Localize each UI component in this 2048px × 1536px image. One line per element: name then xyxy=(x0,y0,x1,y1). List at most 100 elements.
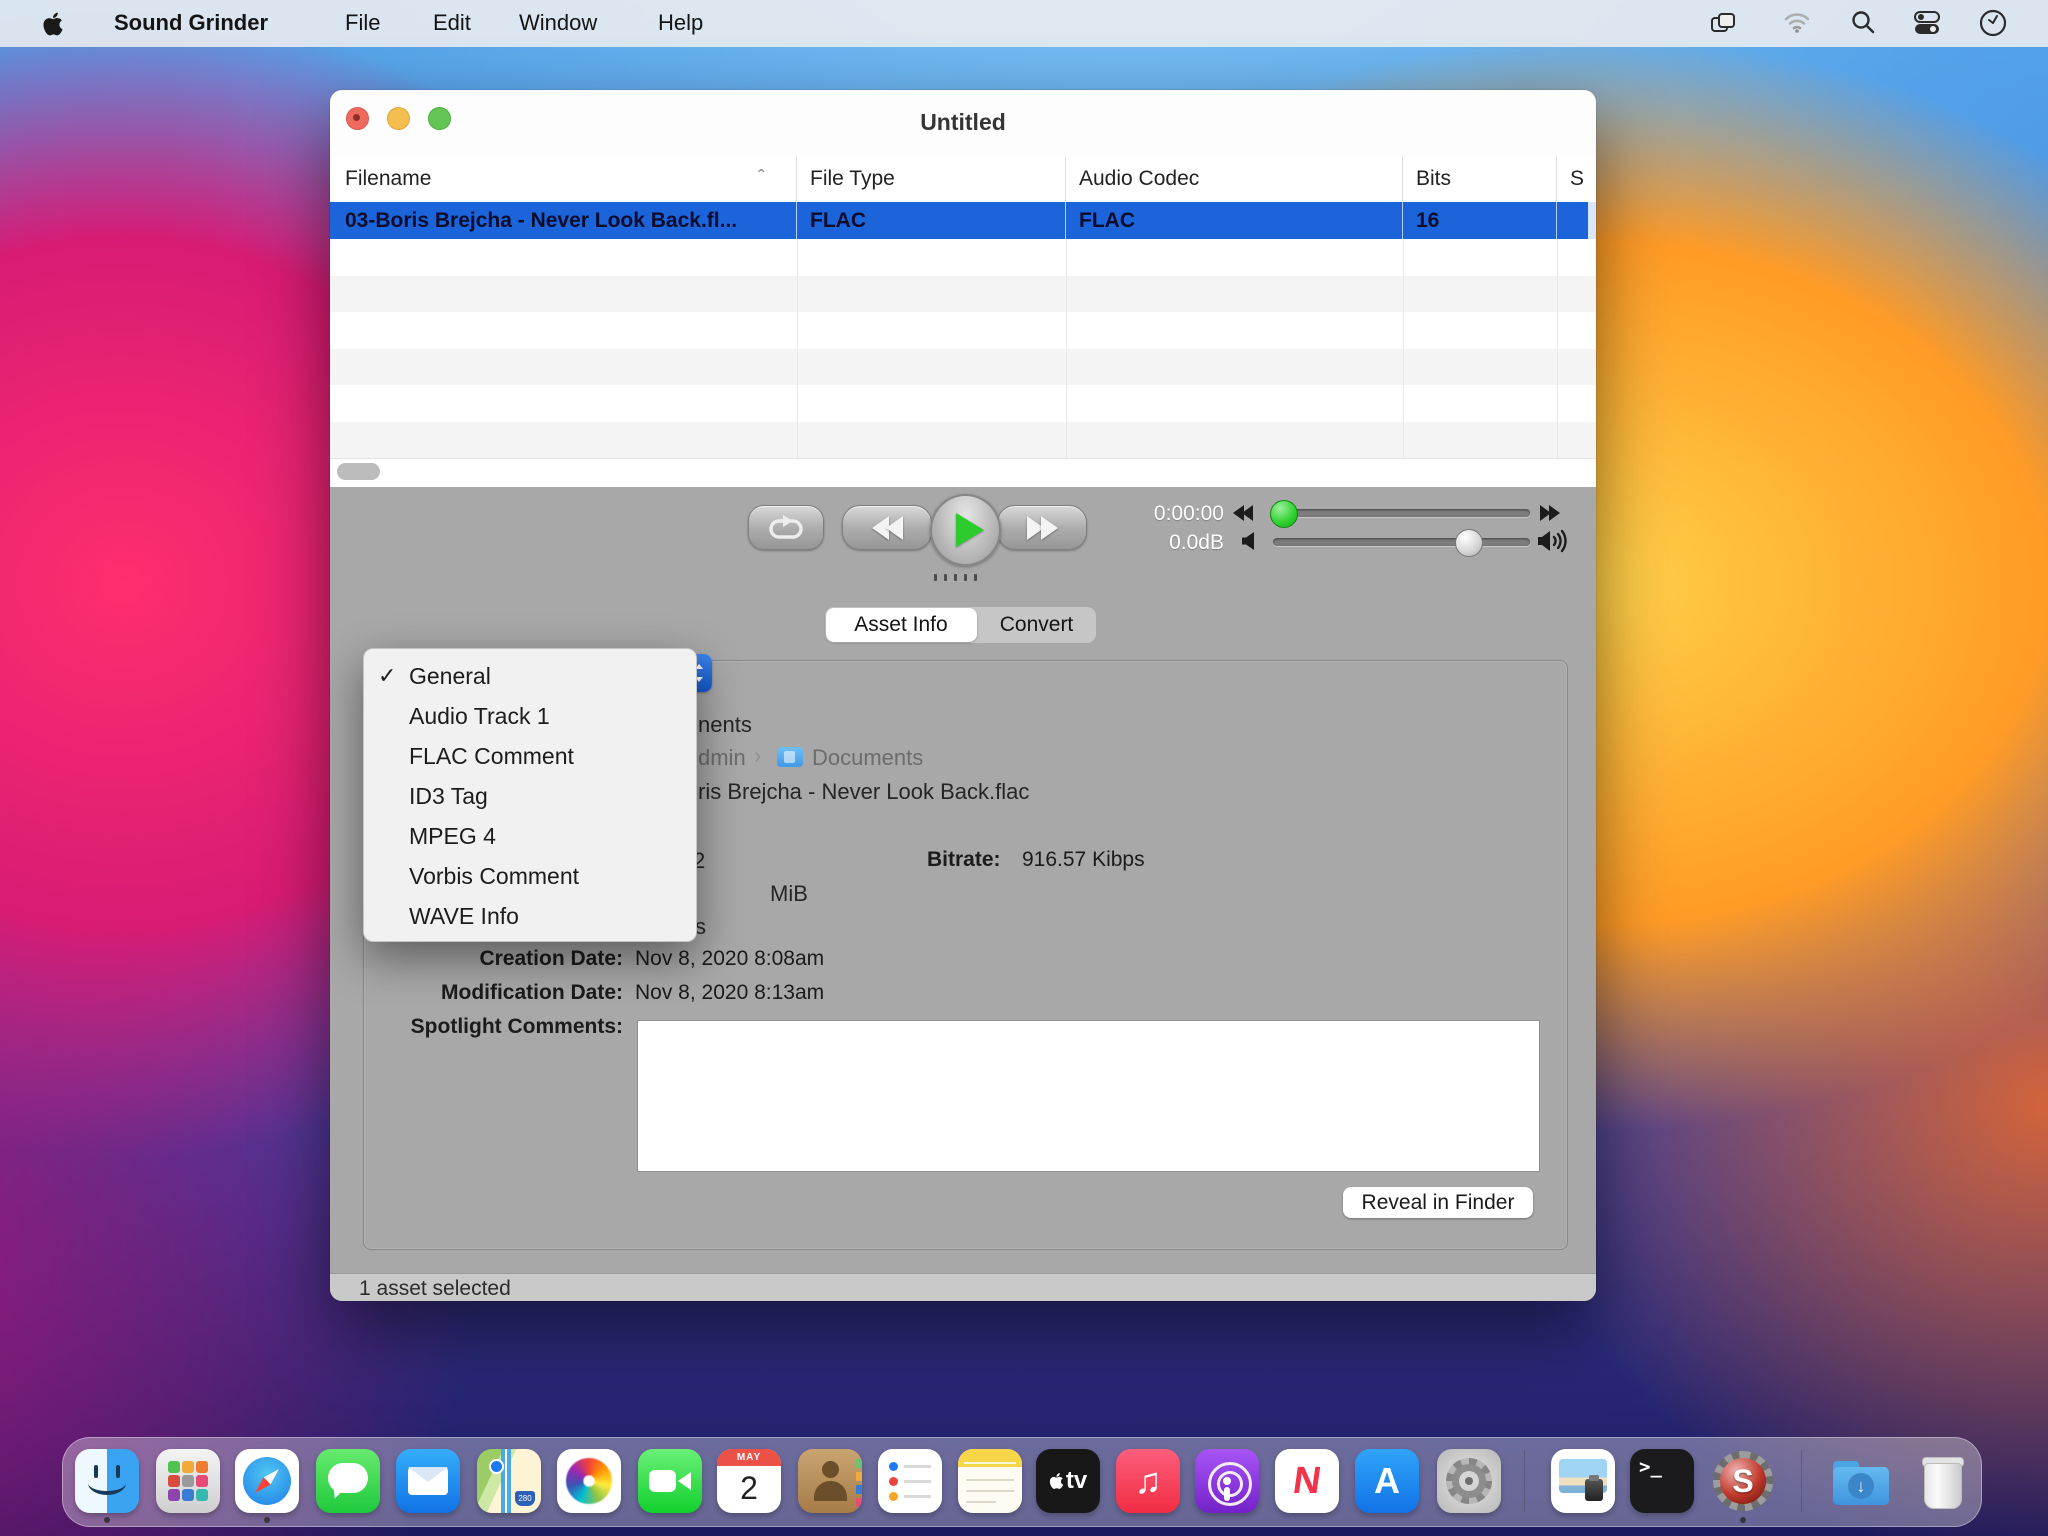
play-icon xyxy=(956,513,984,547)
menu-item-flac-comment[interactable]: FLAC Comment xyxy=(364,736,696,776)
dock-messages-icon[interactable] xyxy=(316,1449,380,1513)
column-header-filename[interactable]: Filename xyxy=(330,157,797,202)
time-slider-track[interactable] xyxy=(1273,509,1530,517)
dock-photos-icon[interactable] xyxy=(557,1449,621,1513)
dock-safari-icon[interactable] xyxy=(235,1449,299,1513)
sound-grinder-window: Untitled Filename File Type Audio Codec … xyxy=(330,90,1596,1301)
volume-max-icon[interactable] xyxy=(1536,528,1572,559)
spotlight-comments-label: Spotlight Comments: xyxy=(370,1015,623,1039)
column-header-audio-codec[interactable]: Audio Codec xyxy=(1066,157,1403,202)
spotlight-comments-input[interactable] xyxy=(637,1020,1540,1172)
table-row[interactable] xyxy=(330,422,1596,458)
horizontal-scrollbar-thumb[interactable] xyxy=(337,463,380,480)
loop-icon xyxy=(766,514,806,542)
menu-help[interactable]: Help xyxy=(658,10,703,36)
sort-ascending-icon[interactable]: ˆ xyxy=(758,167,765,190)
cell-file-type: FLAC xyxy=(797,202,1066,239)
table-header: Filename File Type Audio Codec Bits S xyxy=(330,157,1596,203)
dock-system-preferences-icon[interactable] xyxy=(1437,1449,1501,1513)
cell-filename: 03-Boris Brejcha - Never Look Back.fl... xyxy=(330,202,797,239)
reveal-in-finder-button[interactable]: Reveal in Finder xyxy=(1343,1187,1533,1218)
cell-partial xyxy=(1557,202,1588,239)
time-slider-thumb[interactable] xyxy=(1270,500,1298,528)
menu-item-vorbis-comment[interactable]: Vorbis Comment xyxy=(364,856,696,896)
tab-convert[interactable]: Convert xyxy=(977,607,1096,643)
dock-finder-icon[interactable] xyxy=(75,1449,139,1513)
running-indicator xyxy=(264,1517,270,1523)
title-bar[interactable]: Untitled xyxy=(330,90,1596,158)
cell-bits: 16 xyxy=(1403,202,1557,239)
menu-item-general[interactable]: ✓ General xyxy=(364,656,696,696)
cell-audio-codec: FLAC xyxy=(1066,202,1403,239)
table-row[interactable] xyxy=(330,276,1596,313)
display-mirroring-icon[interactable] xyxy=(1710,10,1738,41)
tab-asset-info-label[interactable]: Asset Info xyxy=(825,607,977,643)
column-divider xyxy=(1557,239,1558,458)
dock-app-store-icon[interactable]: A xyxy=(1355,1449,1419,1513)
dock-launchpad-icon[interactable] xyxy=(156,1449,220,1513)
menu-file[interactable]: File xyxy=(345,10,380,36)
dock-terminal-icon[interactable]: >_ xyxy=(1630,1449,1694,1513)
play-button[interactable] xyxy=(930,494,1001,566)
dock-image-editor-icon[interactable] xyxy=(1551,1449,1615,1513)
menu-edit[interactable]: Edit xyxy=(433,10,471,36)
file-size-fragment: MiB xyxy=(770,881,808,907)
dock-notes-icon[interactable] xyxy=(958,1449,1022,1513)
table-row[interactable] xyxy=(330,312,1596,349)
table-row[interactable] xyxy=(330,385,1596,422)
breadcrumb-user-fragment[interactable]: dmin xyxy=(698,745,746,771)
table-row[interactable] xyxy=(330,349,1596,386)
creation-date-label: Creation Date: xyxy=(370,947,623,971)
spotlight-search-icon[interactable] xyxy=(1850,9,1876,40)
dock-downloads-folder-icon[interactable]: ↓ xyxy=(1829,1449,1893,1513)
menu-item-id3-tag[interactable]: ID3 Tag xyxy=(364,776,696,816)
dock-music-icon[interactable]: ♫ xyxy=(1116,1449,1180,1513)
bitrate-label: Bitrate: xyxy=(927,848,1001,872)
info-fragment-top: nents xyxy=(698,712,752,738)
skip-to-end-icon[interactable] xyxy=(1540,505,1560,526)
horizontal-scrollbar[interactable] xyxy=(330,458,1596,488)
breadcrumb-folder[interactable]: Documents xyxy=(812,745,923,771)
control-center-icon[interactable] xyxy=(1913,10,1941,41)
running-indicator xyxy=(104,1517,110,1523)
column-header-file-type[interactable]: File Type xyxy=(797,157,1066,202)
table-row-selected[interactable]: 03-Boris Brejcha - Never Look Back.fl...… xyxy=(330,202,1596,239)
wifi-icon[interactable] xyxy=(1783,10,1811,39)
dock-podcasts-icon[interactable] xyxy=(1195,1449,1259,1513)
modification-date-value: Nov 8, 2020 8:13am xyxy=(635,981,824,1005)
loop-button[interactable] xyxy=(748,505,824,550)
menu-item-wave-info[interactable]: WAVE Info xyxy=(364,896,696,936)
volume-min-icon[interactable] xyxy=(1240,531,1262,556)
menu-item-audio-track-1[interactable]: Audio Track 1 xyxy=(364,696,696,736)
dock-trash-icon[interactable] xyxy=(1910,1449,1974,1513)
dock-reminders-icon[interactable] xyxy=(878,1449,942,1513)
dock-apple-tv-icon[interactable]: tv xyxy=(1036,1449,1100,1513)
column-header-partial[interactable]: S xyxy=(1557,157,1596,202)
filename-fragment: ris Brejcha - Never Look Back.flac xyxy=(698,779,1029,805)
bitrate-value: 916.57 Kibps xyxy=(1022,848,1145,872)
rewind-button[interactable] xyxy=(842,505,932,550)
clock-icon[interactable] xyxy=(1978,8,2008,43)
dock-maps-icon[interactable]: 280 xyxy=(477,1449,541,1513)
creation-date-value: Nov 8, 2020 8:08am xyxy=(635,947,824,971)
menu-window[interactable]: Window xyxy=(519,10,597,36)
skip-to-start-icon[interactable] xyxy=(1233,505,1253,526)
dock-sound-grinder-icon[interactable]: S xyxy=(1711,1449,1775,1513)
menu-item-mpeg-4[interactable]: MPEG 4 xyxy=(364,816,696,856)
volume-slider-thumb[interactable] xyxy=(1455,529,1483,557)
breadcrumb-separator: › xyxy=(754,743,761,769)
volume-slider-track[interactable] xyxy=(1273,538,1530,546)
dock-contacts-icon[interactable] xyxy=(798,1449,862,1513)
table-row[interactable] xyxy=(330,239,1596,276)
dock-mail-icon[interactable] xyxy=(396,1449,460,1513)
apple-menu-icon[interactable] xyxy=(42,11,64,42)
app-menu-title[interactable]: Sound Grinder xyxy=(114,10,268,36)
column-header-bits[interactable]: Bits xyxy=(1403,157,1557,202)
tab-bar: Asset Info Convert xyxy=(825,607,1096,643)
dock-calendar-icon[interactable]: MAY 2 xyxy=(717,1449,781,1513)
dock-facetime-icon[interactable] xyxy=(638,1449,702,1513)
window-title: Untitled xyxy=(330,109,1596,136)
dock-news-icon[interactable]: N xyxy=(1275,1449,1339,1513)
checkmark-icon: ✓ xyxy=(378,656,408,696)
volume-display: 0.0dB xyxy=(1024,531,1224,555)
